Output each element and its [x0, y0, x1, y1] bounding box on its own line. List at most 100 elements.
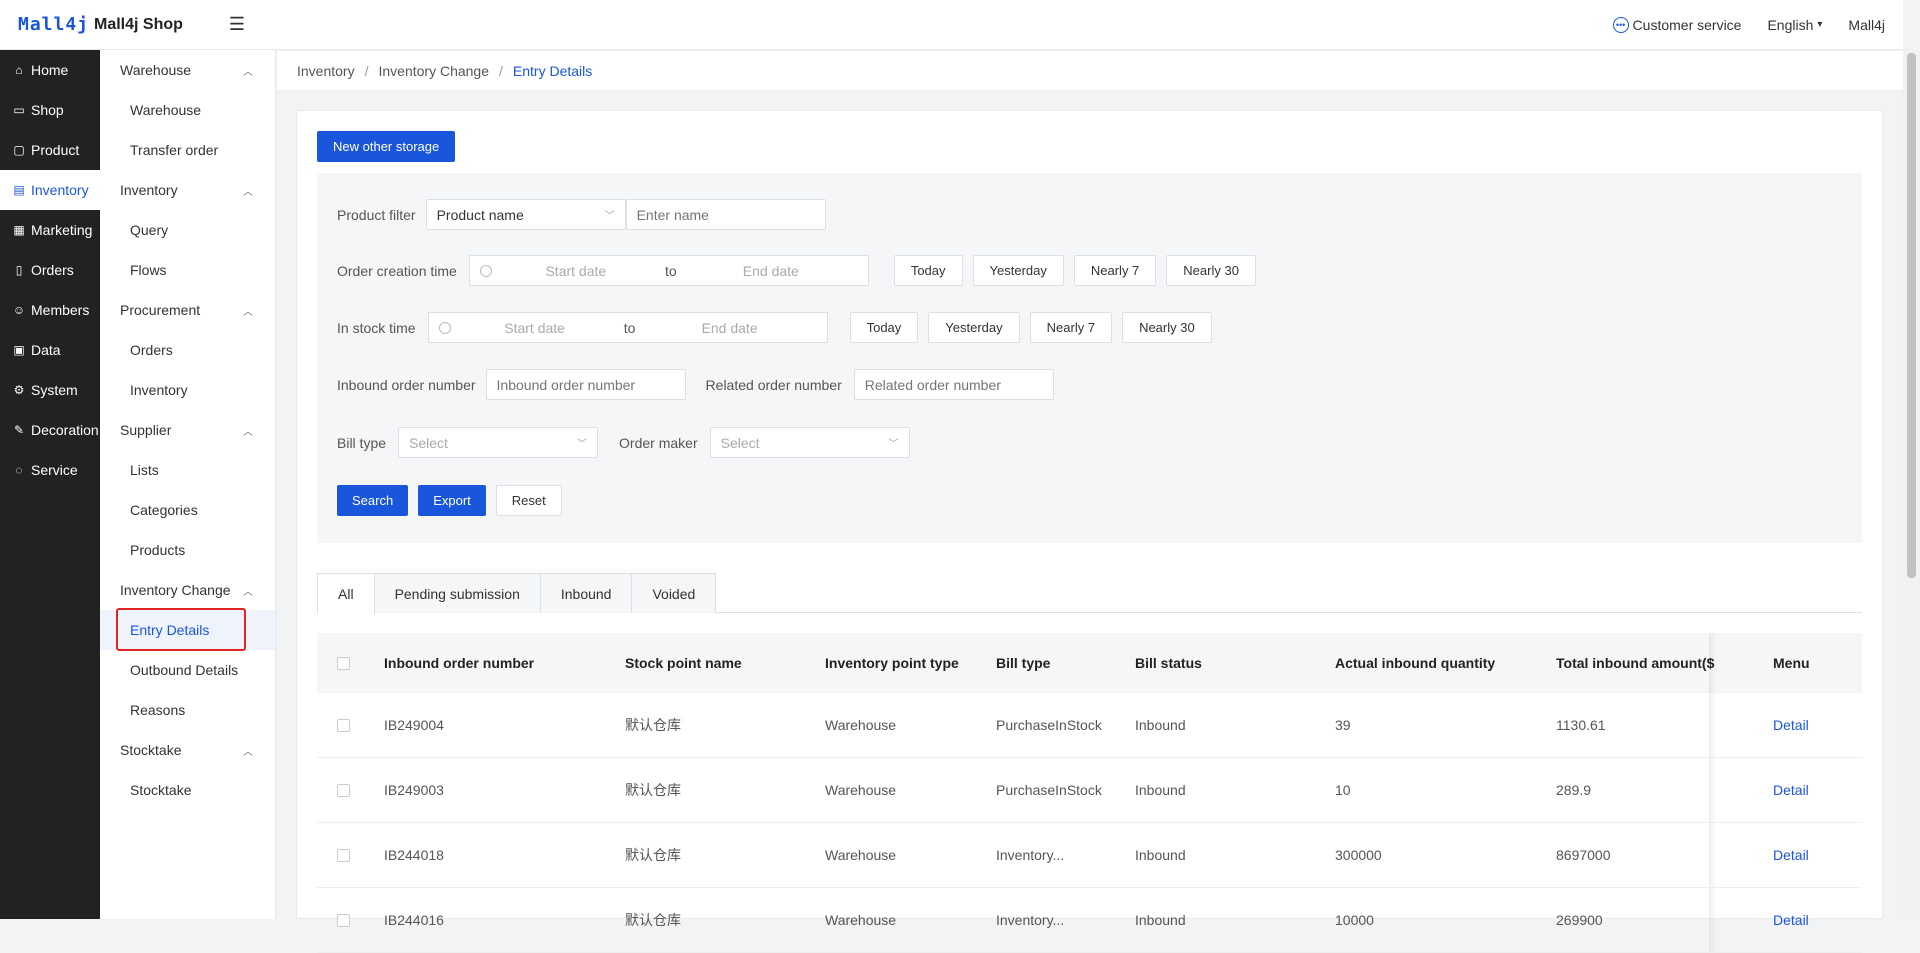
total-inbound-amount: 8697000 [1556, 847, 1611, 863]
product-name-input[interactable] [625, 199, 826, 230]
submenu-item-flows[interactable]: Flows [100, 250, 275, 290]
detail-link[interactable]: Detail [1773, 847, 1809, 863]
sidebar-item-label: Inventory [31, 182, 89, 198]
related-order-number-input[interactable] [853, 369, 1054, 400]
shop-name: Mall4j Shop [94, 15, 183, 33]
chevron-up-icon: ︿ [243, 306, 253, 318]
submenu-group-inventory[interactable]: Inventory ︿ [100, 170, 275, 210]
new-other-storage-button[interactable]: New other storage [317, 131, 456, 162]
detail-link[interactable]: Detail [1773, 782, 1809, 798]
stock-point-name: 默认仓库 [625, 912, 681, 928]
row-checkbox[interactable] [337, 783, 350, 797]
breadcrumb-inventory[interactable]: Inventory [297, 63, 355, 79]
breadcrumb-entry-details: Entry Details [512, 62, 593, 79]
submenu-group-label: Supplier [120, 422, 172, 438]
customer-service-link[interactable]: ••• Customer service [1612, 16, 1742, 33]
product-filter-type-select[interactable]: Product name ﹀ [425, 199, 626, 230]
submenu-group-inventory-change[interactable]: Inventory Change ︿ [100, 570, 275, 610]
in-stock-yesterday-button[interactable]: Yesterday [928, 312, 1020, 343]
select-all-checkbox[interactable] [337, 656, 350, 670]
sidebar-item-system[interactable]: ⚙ System [0, 370, 100, 410]
submenu-item-query[interactable]: Query [100, 210, 275, 250]
row-checkbox[interactable] [337, 913, 350, 927]
search-button[interactable]: Search [337, 485, 409, 516]
inbound-order-number-input[interactable] [485, 369, 686, 400]
customer-service-label: Customer service [1632, 16, 1742, 33]
page-scrollbar[interactable] [1903, 50, 1920, 919]
sidebar-item-home[interactable]: ⌂ Home [0, 50, 100, 90]
detail-link[interactable]: Detail [1773, 717, 1809, 733]
shop-icon: ▭ [13, 103, 25, 117]
inbound-order-number: IB249003 [384, 782, 444, 798]
bill-type: PurchaseInStock [996, 717, 1102, 733]
submenu-item-entry-details[interactable]: Entry Details [100, 610, 275, 650]
order-creation-nearly30-button[interactable]: Nearly 30 [1166, 255, 1256, 286]
tab-voided[interactable]: Voided [631, 573, 717, 613]
column-header: Stock point name [625, 655, 742, 671]
submenu-item-transfer-order[interactable]: Transfer order [100, 130, 275, 170]
submenu-item-reasons[interactable]: Reasons [100, 690, 275, 730]
bill-type-select[interactable]: Select ﹀ [398, 427, 599, 458]
submenu-item-proc-inventory[interactable]: Inventory [100, 370, 275, 410]
clock-icon [438, 321, 451, 334]
sidebar-item-orders[interactable]: ▯ Orders [0, 250, 100, 290]
order-creation-nearly7-button[interactable]: Nearly 7 [1073, 255, 1157, 286]
submenu-group-warehouse[interactable]: Warehouse ︿ [100, 50, 275, 90]
in-stock-today-button[interactable]: Today [849, 312, 919, 343]
chevron-down-icon: ﹀ [604, 211, 615, 222]
actual-inbound-quantity: 39 [1335, 717, 1351, 733]
sidebar-item-service[interactable]: ◌ Service [0, 450, 100, 490]
sidebar-item-members[interactable]: ☺ Members [0, 290, 100, 330]
detail-link[interactable]: Detail [1773, 912, 1809, 928]
inventory-icon: ▤ [13, 183, 25, 197]
in-stock-nearly30-button[interactable]: Nearly 30 [1122, 312, 1212, 343]
tab-inbound[interactable]: Inbound [539, 573, 633, 613]
sidebar-item-shop[interactable]: ▭ Shop [0, 90, 100, 130]
language-selector[interactable]: English ▾ [1767, 17, 1822, 33]
user-menu[interactable]: Mall4j [1848, 17, 1885, 33]
column-header: Inventory point type [825, 655, 959, 671]
inventory-point-type: Warehouse [825, 847, 897, 863]
submenu-item-categories[interactable]: Categories [100, 490, 275, 530]
row-checkbox[interactable] [337, 718, 350, 732]
sidebar-item-inventory[interactable]: ▤ Inventory [0, 170, 100, 210]
in-stock-date-range[interactable]: Start date to End date [427, 312, 828, 343]
submenu-item-stocktake[interactable]: Stocktake [100, 770, 275, 810]
tab-all[interactable]: All [317, 573, 375, 614]
submenu-item-warehouse[interactable]: Warehouse [100, 90, 275, 130]
sidebar-item-product[interactable]: ▢ Product [0, 130, 100, 170]
breadcrumb-inventory-change[interactable]: Inventory Change [378, 63, 489, 79]
export-button[interactable]: Export [418, 485, 486, 516]
column-header: Bill status [1135, 655, 1202, 671]
submenu-group-stocktake[interactable]: Stocktake ︿ [100, 730, 275, 770]
sidebar-item-marketing[interactable]: ▦ Marketing [0, 210, 100, 250]
row-checkbox[interactable] [337, 848, 350, 862]
submenu-item-products[interactable]: Products [100, 530, 275, 570]
in-stock-nearly7-button[interactable]: Nearly 7 [1029, 312, 1113, 343]
order-creation-today-button[interactable]: Today [893, 255, 963, 286]
orders-icon: ▯ [15, 263, 23, 277]
date-range-to: to [623, 319, 636, 336]
order-creation-date-range[interactable]: Start date to End date [468, 255, 869, 286]
tab-pending-submission[interactable]: Pending submission [373, 573, 541, 613]
submenu-group-procurement[interactable]: Procurement ︿ [100, 290, 275, 330]
scrollbar-thumb[interactable] [1907, 53, 1916, 578]
submenu-group-label: Inventory Change [120, 582, 231, 598]
order-creation-yesterday-button[interactable]: Yesterday [972, 255, 1064, 286]
order-maker-select[interactable]: Select ﹀ [709, 427, 910, 458]
submenu-item-lists[interactable]: Lists [100, 450, 275, 490]
sidebar-item-label: Members [31, 302, 90, 318]
submenu-group-supplier[interactable]: Supplier ︿ [100, 410, 275, 450]
sidebar-item-label: Decoration [31, 422, 99, 438]
bill-status: Inbound [1135, 912, 1186, 928]
logo[interactable]: Mall4j [0, 14, 100, 35]
submenu-item-outbound-details[interactable]: Outbound Details [100, 650, 275, 690]
menu-fold-icon[interactable]: ☰ [229, 14, 245, 35]
bill-type: Inventory... [996, 912, 1065, 928]
fixed-column-shadow [1709, 823, 1717, 887]
submenu-item-proc-orders[interactable]: Orders [100, 330, 275, 370]
sidebar-item-data[interactable]: ▣ Data [0, 330, 100, 370]
sidebar-item-decoration[interactable]: ✎ Decoration [0, 410, 100, 450]
chat-icon: ••• [1612, 16, 1629, 33]
reset-button[interactable]: Reset [495, 485, 562, 516]
